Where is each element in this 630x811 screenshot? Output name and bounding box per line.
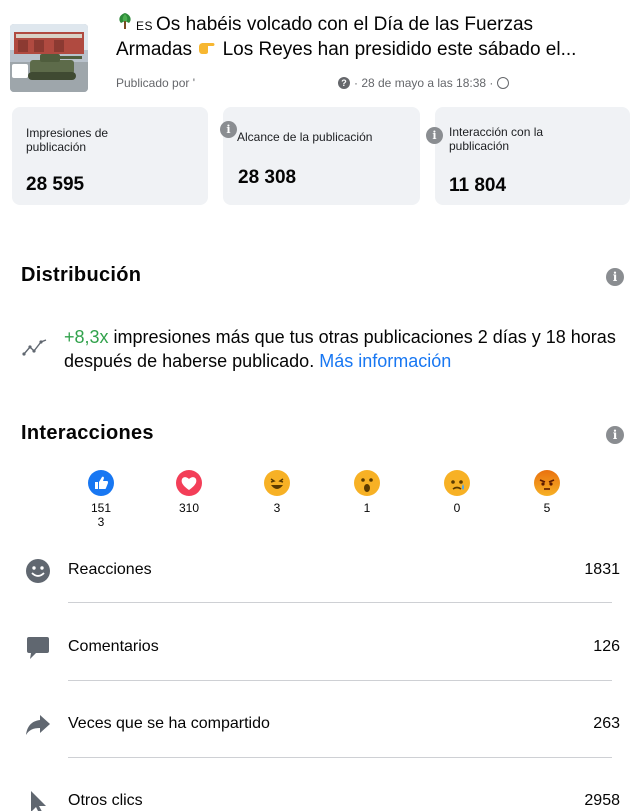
- stat-card-reach[interactable]: i Alcance de la publicación 28 308: [220, 107, 420, 205]
- more-info-link[interactable]: Más información: [319, 351, 451, 371]
- post-thumbnail[interactable]: [10, 24, 88, 92]
- info-icon[interactable]: i: [426, 127, 443, 144]
- info-icon[interactable]: i: [606, 268, 624, 286]
- row-label: Otros clics: [68, 792, 143, 809]
- divider: [68, 757, 612, 758]
- post-title-line2-rest: Los Reyes han presidido este sábado el..…: [222, 39, 577, 60]
- reaction-count: 151 3: [90, 501, 112, 529]
- row-value: 1831: [584, 561, 620, 578]
- heart-icon: [176, 470, 202, 496]
- post-date[interactable]: · 28 de mayo a las 18:38 ·: [354, 76, 493, 90]
- help-icon[interactable]: ?: [338, 77, 350, 89]
- distribution-highlight: +8,3x: [64, 327, 109, 347]
- stat-value: 11 804: [449, 175, 507, 196]
- row-label: Reacciones: [68, 561, 152, 578]
- info-icon[interactable]: i: [606, 426, 624, 444]
- stat-label: Interacción con la publicación: [449, 125, 544, 153]
- laugh-icon: [264, 470, 290, 496]
- row-value: 263: [593, 715, 620, 732]
- row-value: 2958: [584, 792, 620, 809]
- divider: [68, 680, 612, 681]
- distribution-title: Distribución: [21, 264, 142, 286]
- published-by: Publicado por ': [116, 76, 196, 90]
- row-comments[interactable]: Comentarios 126: [20, 628, 620, 668]
- share-icon: [26, 715, 50, 735]
- post-title-line2: Armadas: [116, 39, 193, 60]
- trend-icon: [22, 339, 47, 356]
- reaction-count: 1: [363, 501, 371, 515]
- cursor-icon: [31, 791, 46, 811]
- divider: [68, 602, 612, 603]
- reaction-sad[interactable]: 0: [432, 470, 482, 515]
- post-date-wrap: ? · 28 de mayo a las 18:38 ·: [338, 76, 510, 90]
- row-value: 126: [593, 638, 620, 655]
- interactions-title: Interacciones: [21, 422, 154, 444]
- distribution-text: +8,3x impresiones más que tus otras publ…: [64, 325, 624, 373]
- row-other-clicks[interactable]: Otros clics 2958: [20, 782, 620, 811]
- stat-card-impressions[interactable]: Impresiones de publicación 28 595: [12, 107, 208, 205]
- row-label: Comentarios: [68, 638, 159, 655]
- language-tag: ES: [136, 19, 154, 33]
- row-shares[interactable]: Veces que se ha compartido 263: [20, 705, 620, 745]
- reaction-count: 5: [543, 501, 551, 515]
- reaction-angry[interactable]: 5: [522, 470, 572, 515]
- comment-icon: [27, 637, 49, 659]
- stats-cards: Impresiones de publicación 28 595 i Alca…: [12, 107, 630, 205]
- globe-icon: [497, 77, 510, 89]
- reaction-like[interactable]: 151 3: [76, 470, 126, 529]
- stat-value: 28 595: [26, 174, 85, 195]
- stat-value: 28 308: [238, 167, 297, 188]
- reaction-count: 3: [273, 501, 281, 515]
- reaction-count: 0: [453, 501, 461, 515]
- like-icon: [88, 470, 114, 496]
- row-reactions[interactable]: Reacciones 1831: [20, 551, 620, 591]
- smile-icon: [26, 559, 50, 583]
- post-header: ES Os habéis volcado con el Día de las Fu…: [10, 8, 622, 98]
- stat-label: Alcance de la publicación: [237, 130, 373, 144]
- pointing-hand-icon: [197, 38, 217, 62]
- row-label: Veces que se ha compartido: [68, 715, 270, 732]
- thumbnail-image: [10, 24, 88, 92]
- info-icon[interactable]: i: [220, 121, 237, 138]
- stat-card-engagement[interactable]: i Interacción con la publicación 11 804: [426, 107, 630, 205]
- reaction-wow[interactable]: 1: [342, 470, 392, 515]
- reaction-count: 310: [178, 501, 200, 515]
- post-title-line1: Os habéis volcado con el Día de las Fuer…: [156, 14, 534, 35]
- sad-icon: [444, 470, 470, 496]
- post-title[interactable]: ES Os habéis volcado con el Día de las Fu…: [116, 12, 621, 62]
- stat-label: Impresiones de publicación: [26, 126, 109, 154]
- reactions-summary: 151 3 310 3 1 0 5: [76, 470, 596, 535]
- tree-icon: [116, 12, 134, 37]
- reaction-haha[interactable]: 3: [252, 470, 302, 515]
- reaction-love[interactable]: 310: [164, 470, 214, 515]
- wow-icon: [354, 470, 380, 496]
- angry-icon: [534, 470, 560, 496]
